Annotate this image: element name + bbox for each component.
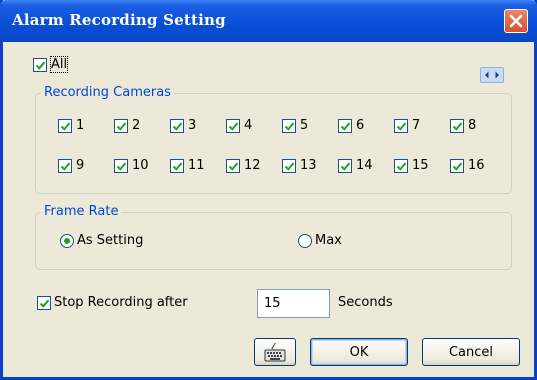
close-button[interactable] — [504, 9, 528, 33]
camera-checkbox-11[interactable] — [170, 159, 184, 173]
checkmark-icon — [340, 122, 351, 131]
camera-checkbox-1[interactable] — [58, 119, 72, 133]
camera-page-nav[interactable] — [480, 67, 504, 83]
camera-label-7[interactable]: 7 — [412, 118, 420, 133]
stop-recording-label[interactable]: Stop Recording after — [54, 295, 188, 310]
camera-label-9[interactable]: 9 — [76, 158, 84, 173]
stop-recording-seconds-input[interactable]: 15 — [257, 289, 330, 318]
checkmark-icon — [35, 61, 46, 70]
camera-checkbox-2[interactable] — [114, 119, 128, 133]
checkmark-icon — [396, 122, 407, 131]
checkmark-icon — [340, 162, 351, 171]
camera-label-1[interactable]: 1 — [76, 118, 84, 133]
camera-label-4[interactable]: 4 — [244, 118, 252, 133]
recording-cameras-title: Recording Cameras — [41, 85, 174, 100]
camera-label-10[interactable]: 10 — [132, 158, 149, 173]
cancel-button[interactable]: Cancel — [422, 338, 520, 366]
all-label[interactable]: All — [49, 56, 69, 73]
as-setting-radio[interactable] — [60, 234, 74, 248]
checkmark-icon — [228, 122, 239, 131]
camera-checkbox-10[interactable] — [114, 159, 128, 173]
camera-label-16[interactable]: 16 — [468, 158, 485, 173]
title-bar[interactable]: Alarm Recording Setting — [0, 0, 537, 42]
checkmark-icon — [172, 162, 183, 171]
camera-checkbox-14[interactable] — [338, 159, 352, 173]
left-right-arrows-icon — [485, 71, 499, 79]
camera-checkbox-6[interactable] — [338, 119, 352, 133]
close-icon — [509, 14, 523, 28]
checkmark-icon — [116, 162, 127, 171]
checkmark-icon — [284, 122, 295, 131]
radio-selected-dot — [64, 238, 70, 244]
camera-label-12[interactable]: 12 — [244, 158, 261, 173]
camera-label-8[interactable]: 8 — [468, 118, 476, 133]
seconds-unit-label: Seconds — [338, 295, 393, 310]
camera-checkbox-8[interactable] — [450, 119, 464, 133]
camera-label-3[interactable]: 3 — [188, 118, 196, 133]
checkmark-icon — [284, 162, 295, 171]
ok-button[interactable]: OK — [310, 338, 408, 366]
camera-label-13[interactable]: 13 — [300, 158, 317, 173]
keyboard-button[interactable] — [254, 338, 296, 366]
camera-label-2[interactable]: 2 — [132, 118, 140, 133]
max-label[interactable]: Max — [315, 233, 342, 248]
camera-checkbox-13[interactable] — [282, 159, 296, 173]
checkmark-icon — [452, 162, 463, 171]
camera-checkbox-3[interactable] — [170, 119, 184, 133]
camera-label-6[interactable]: 6 — [356, 118, 364, 133]
checkmark-icon — [452, 122, 463, 131]
dialog-title: Alarm Recording Setting — [12, 11, 226, 29]
checkmark-icon — [172, 122, 183, 131]
max-radio[interactable] — [298, 234, 312, 248]
as-setting-label[interactable]: As Setting — [77, 233, 143, 248]
camera-checkbox-12[interactable] — [226, 159, 240, 173]
checkmark-icon — [396, 162, 407, 171]
camera-label-14[interactable]: 14 — [356, 158, 373, 173]
frame-rate-title: Frame Rate — [41, 204, 122, 219]
camera-checkbox-5[interactable] — [282, 119, 296, 133]
camera-checkbox-15[interactable] — [394, 159, 408, 173]
checkmark-icon — [39, 299, 50, 308]
camera-label-11[interactable]: 11 — [188, 158, 205, 173]
checkmark-icon — [228, 162, 239, 171]
camera-checkbox-9[interactable] — [58, 159, 72, 173]
camera-label-5[interactable]: 5 — [300, 118, 308, 133]
checkmark-icon — [116, 122, 127, 131]
camera-checkbox-4[interactable] — [226, 119, 240, 133]
alarm-recording-dialog: Alarm Recording Setting All Recording Ca… — [0, 0, 537, 380]
checkmark-icon — [60, 122, 71, 131]
camera-checkbox-7[interactable] — [394, 119, 408, 133]
checkmark-icon — [60, 162, 71, 171]
camera-checkbox-16[interactable] — [450, 159, 464, 173]
all-checkbox[interactable] — [33, 58, 47, 72]
recording-cameras-group — [35, 93, 512, 194]
camera-label-15[interactable]: 15 — [412, 158, 429, 173]
keyboard-icon — [264, 342, 286, 362]
stop-recording-checkbox[interactable] — [37, 296, 51, 310]
